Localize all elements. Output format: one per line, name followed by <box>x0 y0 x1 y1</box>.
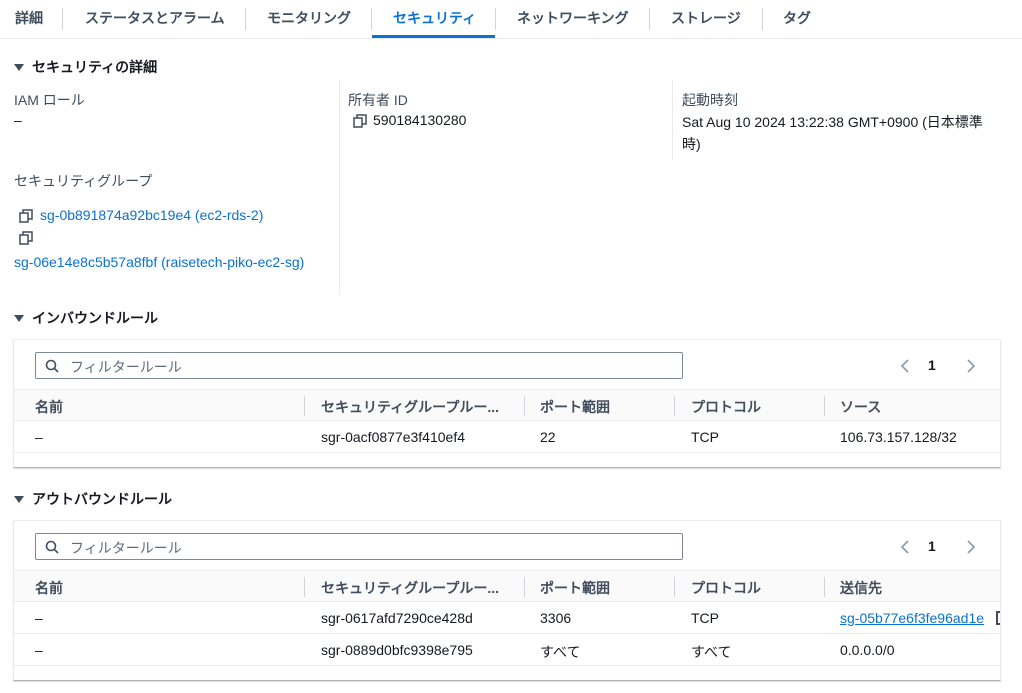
owner-id-label: 所有者 ID <box>348 92 408 108</box>
cell-rule-id: sgr-0617afd7290ce428d <box>321 610 473 626</box>
cell-port: 22 <box>540 429 556 445</box>
column-resizer[interactable] <box>674 396 675 416</box>
outbound-filter-input[interactable]: フィルタールール <box>35 533 683 560</box>
filter-placeholder: フィルタールール <box>70 540 182 556</box>
column-resizer[interactable] <box>824 577 825 597</box>
column-resizer[interactable] <box>674 577 675 597</box>
security-details-title: セキュリティの詳細 <box>32 59 158 75</box>
active-tab-indicator <box>372 35 495 38</box>
tab-divider <box>245 8 246 30</box>
cell-name: – <box>35 429 43 445</box>
launch-time-value: Sat Aug 10 2024 13:22:38 GMT+0900 (日本標準 <box>682 114 983 130</box>
chevron-left-icon[interactable] <box>898 358 912 374</box>
cell-destination: 0.0.0.0/0 <box>840 642 895 658</box>
tab-divider <box>649 8 650 30</box>
cell-port: 3306 <box>540 610 572 626</box>
column-resizer[interactable] <box>524 577 525 597</box>
search-icon <box>45 540 59 554</box>
owner-id-value: 590184130280 <box>373 112 467 128</box>
column-header-name[interactable]: 名前 <box>35 578 63 598</box>
column-resizer[interactable] <box>824 396 825 416</box>
table-header: 名前 セキュリティグループルー... ポート範囲 プロトコル ソース <box>14 389 1000 421</box>
column-header-protocol[interactable]: プロトコル <box>691 397 761 417</box>
column-divider <box>339 80 340 295</box>
caret-down-icon <box>14 64 24 71</box>
security-details-header[interactable]: セキュリティの詳細 <box>14 57 157 77</box>
column-header-protocol[interactable]: プロトコル <box>691 578 761 598</box>
launch-time-label: 起動時刻 <box>682 92 738 108</box>
cell-destination-link[interactable]: sg-05b77e6f3fe96ad1e <box>840 610 984 626</box>
outbound-rules-title: アウトバウンドルール <box>32 491 172 507</box>
column-header-port[interactable]: ポート範囲 <box>540 397 610 417</box>
copy-icon[interactable] <box>19 231 33 245</box>
column-resizer[interactable] <box>304 577 305 597</box>
inbound-rules-table: フィルタールール 1 名前 セキュリティグループルー... ポート範囲 プロトコ… <box>13 339 1001 468</box>
column-header-port[interactable]: ポート範囲 <box>540 578 610 598</box>
caret-down-icon <box>14 315 24 322</box>
cell-protocol: TCP <box>691 429 719 445</box>
inbound-rules-header[interactable]: インバウンドルール <box>14 308 158 328</box>
outbound-pagination: 1 <box>898 537 978 557</box>
column-header-rule-id[interactable]: セキュリティグループルー... <box>321 578 499 598</box>
column-resizer[interactable] <box>524 396 525 416</box>
column-header-name[interactable]: 名前 <box>35 397 63 417</box>
page-number[interactable]: 1 <box>928 538 936 554</box>
cell-source: 106.73.157.128/32 <box>840 429 957 445</box>
inbound-rules-title: インバウンドルール <box>32 310 158 326</box>
cell-protocol: TCP <box>691 610 719 626</box>
chevron-right-icon[interactable] <box>964 539 978 555</box>
chevron-left-icon[interactable] <box>898 539 912 555</box>
cell-name: – <box>35 642 43 658</box>
tab-status-alarms[interactable]: ステータスとアラーム <box>85 0 225 38</box>
column-header-destination[interactable]: 送信先 <box>840 578 882 598</box>
filter-placeholder: フィルタールール <box>70 359 182 375</box>
column-header-source[interactable]: ソース <box>840 397 881 417</box>
iam-role-label: IAM ロール <box>14 92 85 108</box>
caret-down-icon <box>14 496 24 503</box>
inbound-pagination: 1 <box>898 356 978 376</box>
table-row: – sgr-0889d0bfc9398e795 すべて すべて 0.0.0.0/… <box>14 634 1000 666</box>
cell-port: すべて <box>540 644 581 660</box>
chevron-right-icon[interactable] <box>964 358 978 374</box>
cell-name: – <box>35 610 43 626</box>
column-divider <box>672 80 673 160</box>
tab-divider <box>62 8 63 30</box>
tab-divider <box>371 8 372 30</box>
security-group-link[interactable]: sg-06e14e8c5b57a8fbf (raisetech-piko-ec2… <box>14 254 304 270</box>
tab-divider <box>495 8 496 30</box>
tab-networking[interactable]: ネットワーキング <box>517 0 629 38</box>
external-link-icon[interactable] <box>996 611 1000 625</box>
table-row: – sgr-0acf0877e3f410ef4 22 TCP 106.73.15… <box>14 421 1000 453</box>
tab-storage[interactable]: ストレージ <box>671 0 741 38</box>
cell-rule-id: sgr-0acf0877e3f410ef4 <box>321 429 465 445</box>
tab-security[interactable]: セキュリティ <box>393 0 476 38</box>
inbound-filter-input[interactable]: フィルタールール <box>35 352 683 379</box>
search-icon <box>45 359 59 373</box>
page-number[interactable]: 1 <box>928 357 936 373</box>
tab-tags[interactable]: タグ <box>783 0 811 38</box>
tab-bar: 詳細 ステータスとアラーム モニタリング セキュリティ ネットワーキング ストレ… <box>0 0 1022 39</box>
copy-icon[interactable] <box>353 114 367 128</box>
table-header: 名前 セキュリティグループルー... ポート範囲 プロトコル 送信先 <box>14 570 1000 602</box>
iam-role-value: – <box>14 112 22 128</box>
cell-protocol: すべて <box>691 644 732 660</box>
outbound-rules-table: フィルタールール 1 名前 セキュリティグループルー... ポート範囲 プロトコ… <box>13 520 1001 681</box>
column-header-rule-id[interactable]: セキュリティグループルー... <box>321 397 499 417</box>
launch-time-value-cont: 時) <box>682 136 701 152</box>
column-resizer[interactable] <box>304 396 305 416</box>
table-row: – sgr-0617afd7290ce428d 3306 TCP sg-05b7… <box>14 602 1000 634</box>
outbound-rules-header[interactable]: アウトバウンドルール <box>14 489 172 509</box>
tab-details[interactable]: 詳細 <box>15 0 43 38</box>
copy-icon[interactable] <box>19 209 33 223</box>
tab-divider <box>762 8 763 30</box>
security-groups-label: セキュリティグループ <box>14 173 153 189</box>
security-group-link[interactable]: sg-0b891874a92bc19e4 (ec2-rds-2) <box>40 207 263 223</box>
cell-rule-id: sgr-0889d0bfc9398e795 <box>321 642 473 658</box>
tab-monitoring[interactable]: モニタリング <box>267 0 351 38</box>
